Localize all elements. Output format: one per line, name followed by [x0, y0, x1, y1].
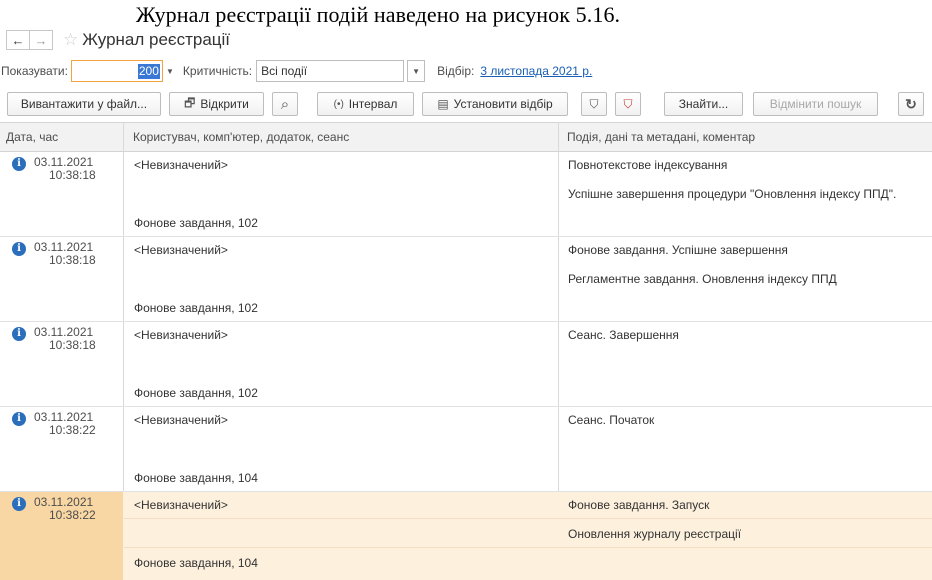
date-cell: i 03.11.2021 10:38:18: [0, 237, 123, 321]
column-header-event[interactable]: Подія, дані та метадані, коментар: [561, 123, 932, 151]
date-cell: i 03.11.2021 10:38:22: [0, 407, 123, 491]
info-icon: i: [12, 497, 26, 511]
row-event: Сеанс. Завершення: [568, 328, 679, 342]
chevron-down-icon[interactable]: ▼: [163, 61, 177, 81]
row-time: 10:38:18: [49, 253, 96, 267]
event-log-table: Дата, час Користувач, комп'ютер, додаток…: [0, 122, 932, 580]
row-event: Повнотекстове індексування: [568, 158, 728, 172]
search-icon: ⌕: [280, 95, 290, 113]
export-label: Вивантажити у файл...: [20, 97, 148, 111]
table-row[interactable]: i 03.11.2021 10:38:18 <Невизначений> Фоно…: [0, 322, 932, 407]
column-header-date[interactable]: Дата, час: [0, 123, 123, 151]
info-icon: i: [12, 412, 26, 426]
cancel-search-label: Відмінити пошук: [769, 97, 862, 111]
selection-label: Відбір:: [437, 64, 475, 78]
row-date: 03.11.2021: [34, 240, 94, 254]
interval-label: Інтервал: [348, 97, 398, 111]
title-bar: ← → ☆ Журнал реєстрації: [6, 28, 230, 52]
open-icon: 🗗: [184, 95, 196, 110]
window-title: Журнал реєстрації: [82, 30, 231, 49]
row-event: Фонове завдання. Запуск: [568, 498, 710, 512]
info-icon: i: [12, 242, 26, 256]
row-detail: Оновлення журналу реєстрації: [568, 527, 742, 541]
info-icon: i: [12, 157, 26, 171]
row-user: <Невизначений>: [134, 158, 228, 172]
filter-button[interactable]: ⛉: [581, 92, 607, 116]
row-time: 10:38:18: [49, 168, 96, 182]
row-session: Фонове завдання, 104: [134, 556, 258, 570]
interval-button[interactable]: (•) Інтервал: [317, 92, 414, 116]
table-row[interactable]: i 03.11.2021 10:38:18 <Невизначений> Фоно…: [0, 237, 932, 322]
funnel-clear-icon: ⛉: [623, 96, 633, 111]
show-label: Показувати:: [1, 64, 68, 78]
row-detail: Регламентне завдання. Оновлення індексу …: [568, 272, 837, 286]
row-date: 03.11.2021: [34, 155, 94, 169]
row-date: 03.11.2021: [34, 410, 94, 424]
criticality-dropdown-button[interactable]: ▼: [407, 60, 426, 82]
criticality-value: Всі події: [261, 64, 308, 78]
criticality-select[interactable]: Всі події: [256, 60, 405, 82]
table-row-selected[interactable]: i 03.11.2021 10:38:22 <Невизначений> Фоно…: [0, 492, 932, 580]
row-time: 10:38:18: [49, 338, 96, 352]
row-session: Фонове завдання, 104: [134, 471, 258, 485]
search-button[interactable]: ⌕: [272, 92, 298, 116]
clear-filter-button[interactable]: ⛉: [615, 92, 641, 116]
show-count-value: 200: [137, 63, 160, 79]
row-detail: Успішне завершення процедури "Оновлення …: [568, 187, 897, 201]
table-header: Дата, час Користувач, комп'ютер, додаток…: [0, 122, 932, 152]
set-filter-label: Установити відбір: [453, 97, 553, 111]
arrow-left-icon: ←: [11, 32, 25, 48]
star-icon[interactable]: ☆: [63, 30, 78, 50]
row-event: Фонове завдання. Успішне завершення: [568, 243, 788, 257]
selection-link[interactable]: 3 листопада 2021 р.: [480, 64, 592, 78]
date-cell: i 03.11.2021 10:38:18: [0, 322, 123, 406]
export-button[interactable]: Вивантажити у файл...: [7, 92, 161, 116]
column-header-user[interactable]: Користувач, комп'ютер, додаток, сеанс: [127, 123, 557, 151]
row-date: 03.11.2021: [34, 495, 94, 509]
row-time: 10:38:22: [49, 508, 96, 522]
row-user: <Невизначений>: [134, 243, 228, 257]
row-user: <Невизначений>: [134, 413, 228, 427]
refresh-icon: ↻: [905, 95, 917, 112]
back-button[interactable]: ←: [6, 30, 30, 50]
table-row[interactable]: i 03.11.2021 10:38:22 <Невизначений> Фоно…: [0, 407, 932, 492]
row-session: Фонове завдання, 102: [134, 386, 258, 400]
row-session: Фонове завдання, 102: [134, 301, 258, 315]
table-row[interactable]: i 03.11.2021 10:38:18 <Невизначений> Фоно…: [0, 152, 932, 237]
row-user: <Невизначений>: [134, 328, 228, 342]
set-filter-icon: ▤: [437, 97, 449, 111]
cancel-search-button[interactable]: Відмінити пошук: [753, 92, 878, 116]
set-filter-button[interactable]: ▤ Установити відбір: [422, 92, 568, 116]
toolbar: Вивантажити у файл... 🗗 Відкрити ⌕ (•) І…: [0, 92, 932, 118]
show-count-input[interactable]: 200: [70, 60, 163, 82]
find-button[interactable]: Знайти...: [664, 92, 743, 116]
filter-row: Показувати: 200 ▼ Критичність: Всі події…: [0, 56, 932, 86]
open-button[interactable]: 🗗 Відкрити: [169, 92, 264, 116]
document-caption: Журнал реєстрації подій наведено на рису…: [135, 2, 621, 27]
row-event: Сеанс. Початок: [568, 413, 655, 427]
refresh-button[interactable]: ↻: [898, 92, 924, 116]
info-icon: i: [12, 327, 26, 341]
row-divider: [124, 547, 932, 548]
forward-button[interactable]: →: [30, 30, 53, 50]
arrow-right-icon: →: [34, 32, 48, 48]
date-cell: i 03.11.2021 10:38:18: [0, 152, 123, 236]
open-label: Відкрити: [200, 97, 249, 111]
row-user: <Невизначений>: [134, 498, 228, 512]
funnel-icon: ⛉: [589, 96, 599, 111]
row-time: 10:38:22: [49, 423, 96, 437]
date-cell: i 03.11.2021 10:38:22: [0, 492, 123, 580]
chevron-down-icon: ▼: [412, 66, 421, 76]
row-session: Фонове завдання, 102: [134, 216, 258, 230]
row-divider: [124, 518, 932, 519]
interval-icon: (•): [333, 98, 344, 110]
row-date: 03.11.2021: [34, 325, 94, 339]
criticality-label: Критичність:: [182, 64, 253, 78]
find-label: Знайти...: [678, 97, 729, 111]
